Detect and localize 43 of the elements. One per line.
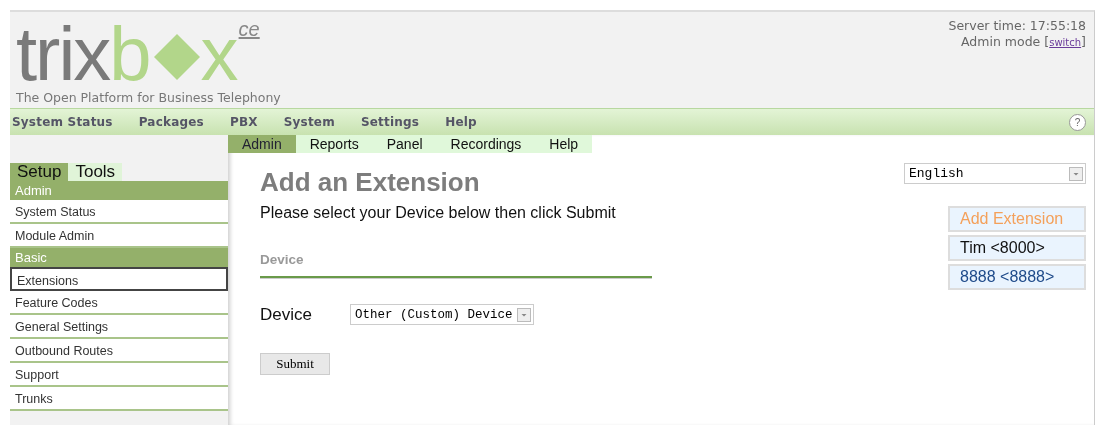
sidebar-tab[interactable]: Setup — [10, 163, 69, 181]
page-title: Add an Extension — [260, 167, 481, 198]
nav-item[interactable]: System Status — [12, 115, 113, 129]
section-heading: Device — [260, 252, 652, 278]
server-time: Server time: 17:55:18 — [948, 18, 1086, 34]
sidebar-item[interactable]: General Settings — [10, 315, 228, 339]
nav-item[interactable]: Packages — [138, 115, 204, 129]
logo-text: x — [200, 22, 239, 86]
sidebar-item[interactable]: Feature Codes — [10, 291, 228, 315]
sub-nav-tab[interactable]: Recordings — [436, 135, 536, 153]
sub-nav-tab[interactable]: Panel — [372, 135, 437, 153]
sidebar-item[interactable]: Extensions — [10, 267, 228, 291]
device-select[interactable]: Other (Custom) Device — [350, 304, 534, 325]
nav-item[interactable]: PBX — [229, 115, 258, 129]
sidebar-item[interactable]: System Status — [10, 200, 228, 224]
tagline: The Open Platform for Business Telephony — [16, 90, 281, 105]
sidebar-item[interactable]: Module Admin — [10, 224, 228, 248]
logo-text: trix — [16, 22, 110, 86]
instruction-text: Please select your Device below then click Submit — [260, 204, 617, 222]
field-label: Device — [260, 304, 313, 325]
nav-item[interactable]: Settings — [360, 115, 420, 129]
extension-item[interactable]: 8888 <8888> — [948, 264, 1086, 290]
switch-link[interactable]: switch — [1049, 37, 1082, 48]
sub-nav-tab[interactable]: Help — [535, 135, 593, 153]
diamond-icon — [153, 34, 200, 80]
sidebar-item[interactable]: Support — [10, 363, 228, 387]
nav-item[interactable]: Help — [445, 115, 477, 129]
mode-label: Admin mode [ — [961, 34, 1050, 49]
sidebar-tab[interactable]: Tools — [68, 163, 123, 181]
language-select[interactable]: English — [904, 163, 1086, 184]
bracket: ] — [1081, 34, 1086, 49]
submit-button[interactable]: Submit — [260, 353, 330, 375]
sidebar-header: Basic — [10, 248, 228, 267]
sidebar-header: Admin — [10, 181, 228, 200]
nav-item[interactable]: System — [283, 115, 335, 129]
sub-nav-tab[interactable]: Reports — [295, 135, 373, 153]
help-icon[interactable]: ? — [1069, 113, 1086, 131]
sidebar-item[interactable]: Trunks — [10, 387, 228, 411]
sub-nav-tab[interactable]: Admin — [228, 135, 296, 153]
logo-suffix: ce — [238, 18, 260, 41]
logo-text: b — [109, 22, 152, 86]
sidebar-item[interactable]: Outbound Routes — [10, 339, 228, 363]
extension-item[interactable]: Tim <8000> — [948, 235, 1086, 261]
